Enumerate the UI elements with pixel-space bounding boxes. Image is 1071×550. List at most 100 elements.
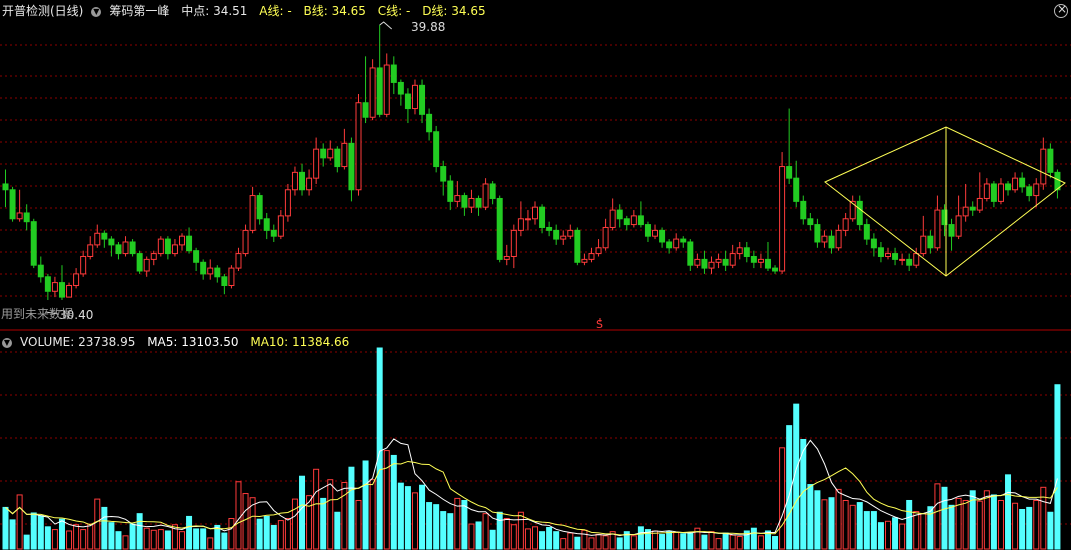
candle-body [150,253,157,260]
candle-body [948,224,955,237]
candle-body [969,206,976,211]
volume-value[interactable]: VOLUME: 23738.95 [20,335,135,349]
candle-body [228,267,235,286]
volume-bar [411,492,418,550]
volume-bar [66,530,73,550]
chip-peak-label[interactable]: 筹码第一峰 [109,4,169,18]
volume-bar [708,531,715,550]
candle-body [906,258,913,266]
candle-body [101,232,108,240]
candle-body [1040,148,1047,185]
volume-bar [115,531,122,550]
candle-body [666,241,673,249]
candle-body [200,261,207,275]
candle-body [588,253,595,260]
candle-body [489,183,496,199]
candle-body [214,267,221,278]
candle-body [595,247,602,255]
candle-body [383,64,390,115]
volume-bar [680,533,687,550]
candle-body [560,235,567,240]
volume-bar [23,534,30,550]
volume-bar [637,526,644,550]
volume-bar [440,511,447,550]
candle-body [369,67,376,118]
volume-bar [524,528,531,550]
stock-chart [0,21,1071,550]
candle-body [694,258,701,266]
volume-bar [270,524,277,550]
candle-body [376,67,383,115]
volume-bar [256,518,263,550]
volume-bar [376,347,383,550]
candle-body [644,224,651,237]
candle-body [652,229,659,237]
candle-body [659,229,666,243]
candle-body [362,102,369,118]
candle-body [772,267,779,272]
volume-bar [355,499,362,550]
volume-bar [941,486,948,550]
volume-bar [673,531,680,550]
close-icon[interactable] [1054,2,1068,18]
candle-body [955,215,962,237]
candle-body [44,276,51,292]
volume-bar [899,523,906,550]
volume-bar [383,450,390,550]
volume-bar [179,531,185,550]
candle-body [1019,177,1026,188]
volume-bar [51,529,58,550]
candle-body [856,200,863,226]
volume-bar [58,518,65,550]
volume-bar [1019,508,1026,550]
candle-body [800,200,807,220]
candle-body [990,183,997,202]
candle-body [87,244,94,257]
volume-bar [369,479,376,550]
candle-body [715,258,722,263]
volume-bar [136,513,143,550]
volume-bar [1005,474,1012,550]
volume-bar [461,499,468,550]
volume-bar [2,506,9,550]
stock-name-indicator[interactable]: 开普检测(日线) [2,4,83,18]
candle-body [221,276,228,286]
volume-bar [990,494,997,550]
volume-bar [849,504,856,550]
candle-body [186,235,193,252]
volume-bar [976,500,983,550]
candle-body [171,244,178,255]
candle-body [249,195,256,231]
candle-body [73,273,80,286]
volume-bar [842,499,849,550]
high-price-label: 39.88 [411,20,446,34]
candle-body [136,253,143,272]
candle-body [447,180,454,202]
volume-bar [108,522,115,550]
volume-bar [602,535,609,550]
volume-bar [291,498,298,550]
volume-bar [863,511,870,550]
candle-body [207,267,214,275]
candle-body [284,189,291,217]
dropdown-icon[interactable]: ▼ [2,337,12,348]
volume-bar [482,513,489,550]
volume-bar [920,513,927,550]
volume-bar [235,481,242,550]
volume-bar [426,502,433,550]
candle-body [355,102,362,191]
candle-body [870,238,877,249]
volume-bar [567,532,574,550]
candle-body [94,232,101,246]
dropdown-icon[interactable]: ▼ [91,6,102,17]
volume-bar [532,526,538,550]
candle-body [496,197,503,260]
volume-bar [870,511,877,550]
candle-body [51,282,58,292]
volume-bar [715,538,722,550]
candle-body [920,235,927,255]
volume-bar [87,523,94,550]
candle-body [779,166,786,272]
candle-body [9,189,16,220]
candle-body [722,258,729,266]
